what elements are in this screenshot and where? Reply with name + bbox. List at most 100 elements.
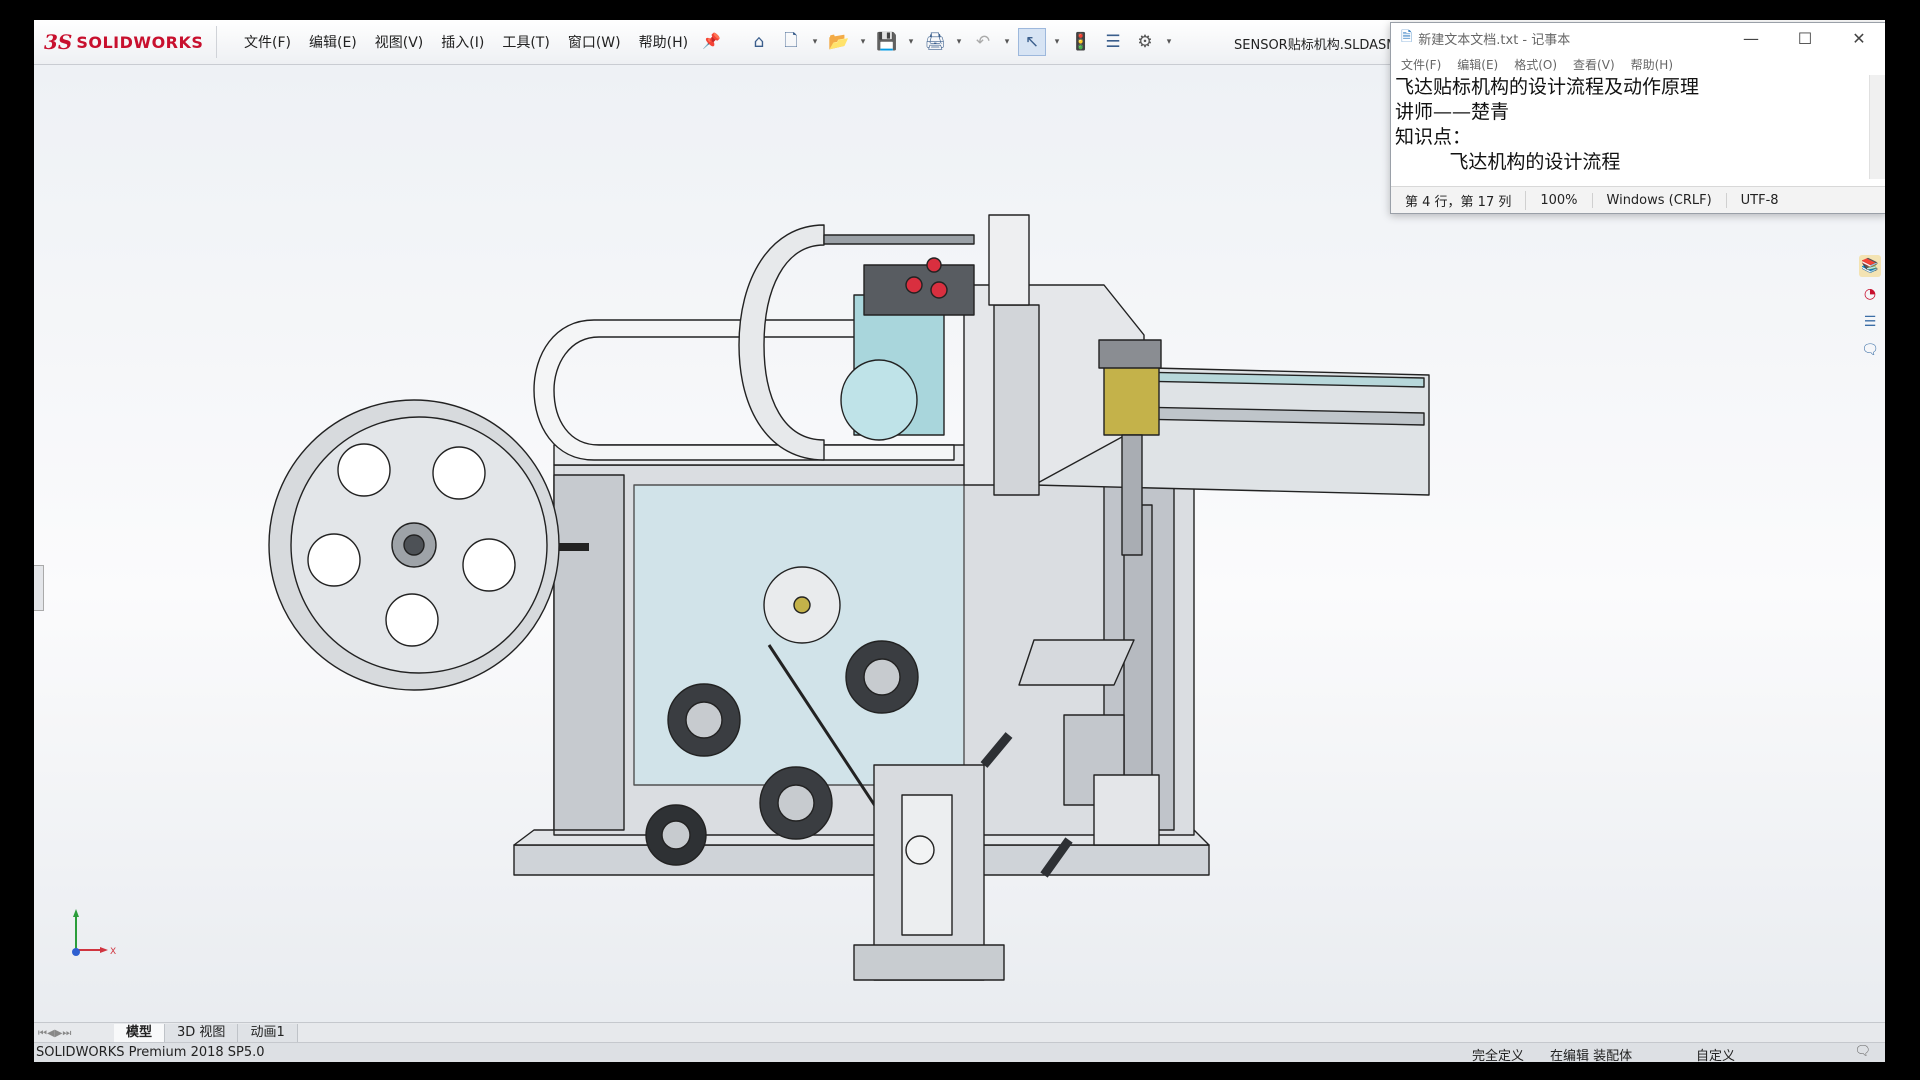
menu-tools[interactable]: 工具(T) xyxy=(502,32,549,52)
select-icon[interactable]: ↖ xyxy=(1018,28,1046,56)
close-icon[interactable]: ✕ xyxy=(1832,23,1885,53)
text-line: 知识点： xyxy=(1395,126,1472,148)
tension-tower-base xyxy=(853,944,1005,981)
reel-hole-4 xyxy=(462,538,516,592)
zoom-level: 100% xyxy=(1526,192,1593,208)
save-dropdown-icon[interactable]: ▾ xyxy=(906,29,916,55)
main-menu: 文件(F) 编辑(E) 视图(V) 插入(I) 工具(T) 窗口(W) 帮助(H… xyxy=(244,32,688,52)
menu-edit[interactable]: 编辑(E) xyxy=(309,32,357,52)
standard-toolbar: ⌂ 🗋 ▾ 📂 ▾ 💾 ▾ 🖨 ▾ ↶ ▾ ↖ ▾ 🚦 ☰ ⚙ ▾ xyxy=(746,28,1174,56)
logo-text: SOLIDWORKS xyxy=(76,32,204,52)
roller-4-cap xyxy=(661,820,691,850)
definition-status: 完全定义 xyxy=(1472,1049,1525,1062)
document-tabs: ⏮◀▶⏭ 模型 3D 视图 动画1 xyxy=(34,1022,1885,1043)
open-dropdown-icon[interactable]: ▾ xyxy=(858,29,868,55)
base-plate xyxy=(513,844,1210,876)
print-icon[interactable]: 🖨 xyxy=(922,29,948,55)
encoding: UTF-8 xyxy=(1740,192,1779,208)
np-menu-file[interactable]: 文件(F) xyxy=(1401,56,1441,73)
save-icon[interactable]: 💾 xyxy=(874,29,900,55)
maximize-icon[interactable]: ☐ xyxy=(1778,23,1832,53)
solidworks-window: 3S SOLIDWORKS 文件(F) 编辑(E) 视图(V) 插入(I) 工具… xyxy=(34,20,1885,1062)
text-line: 讲师——楚青 xyxy=(1395,101,1510,123)
sensor-head-cap xyxy=(1098,339,1162,369)
menu-window[interactable]: 窗口(W) xyxy=(568,32,621,52)
notepad-status-bar: 第 4 行，第 17 列 100% Windows (CRLF) UTF-8 xyxy=(1391,186,1885,213)
options-dropdown-icon[interactable]: ▾ xyxy=(1164,29,1174,55)
custom-properties-icon[interactable]: ☰ xyxy=(1859,311,1881,333)
cylinder-top xyxy=(988,214,1030,306)
red-clamp-1 xyxy=(905,276,923,294)
open-icon[interactable]: 📂 xyxy=(826,29,852,55)
line-ending: Windows (CRLF) xyxy=(1593,192,1727,208)
sensor-head-yellow xyxy=(1103,364,1160,436)
peel-plate xyxy=(1018,639,1135,686)
file-properties-icon[interactable]: ☰ xyxy=(1100,29,1126,55)
editing-status: 在编辑 装配体 xyxy=(1550,1049,1633,1062)
notepad-text-area[interactable]: 飞达贴标机构的设计流程及动作原理 讲师——楚青 知识点： 飞达机构的设计流程 xyxy=(1391,75,1863,180)
cursor-position: 第 4 行，第 17 列 xyxy=(1391,190,1527,210)
red-clamp-2 xyxy=(930,281,948,299)
status-bar: SOLIDWORKS Premium 2018 SP5.0 完全定义 在编辑 装… xyxy=(34,1042,1885,1062)
reel-hub-center xyxy=(403,534,425,556)
forum-icon[interactable]: 🗨 xyxy=(1859,339,1881,361)
tab-animation1[interactable]: 动画1 xyxy=(238,1024,298,1042)
new-document-icon[interactable]: 🗋 xyxy=(778,29,804,55)
text-line: 飞达贴标机构的设计流程及动作原理 xyxy=(1395,76,1700,98)
np-menu-help[interactable]: 帮助(H) xyxy=(1631,56,1673,73)
sensor-clamp xyxy=(1093,774,1160,846)
np-menu-format[interactable]: 格式(O) xyxy=(1514,56,1557,73)
c-bracket xyxy=(738,224,825,461)
pin-menu-icon[interactable]: 📌 xyxy=(702,32,721,50)
top-handle-bar xyxy=(823,234,975,245)
red-clamp-3 xyxy=(926,257,942,273)
units-selector[interactable]: 自定义 xyxy=(1696,1045,1735,1062)
undo-icon[interactable]: ↶ xyxy=(970,29,996,55)
roller-1-cap xyxy=(685,701,723,739)
menu-file[interactable]: 文件(F) xyxy=(244,32,291,52)
menu-insert[interactable]: 插入(I) xyxy=(441,32,484,52)
reference-triad: X xyxy=(72,909,116,957)
document-title: SENSOR贴标机构.SLDASM xyxy=(1234,38,1398,53)
new-dropdown-icon[interactable]: ▾ xyxy=(810,29,820,55)
appearances-icon[interactable]: ◔ xyxy=(1859,283,1881,305)
tension-knob xyxy=(905,835,935,865)
menu-help[interactable]: 帮助(H) xyxy=(639,32,688,52)
pulley-top-center xyxy=(793,596,811,614)
traffic-light-icon[interactable]: 🚦 xyxy=(1068,29,1094,55)
notepad-window[interactable]: 🗎 新建文本文档.txt - 记事本 — ☐ ✕ 文件(F) 编辑(E) 格式(… xyxy=(1390,22,1885,214)
tab-3d-view[interactable]: 3D 视图 xyxy=(165,1024,239,1042)
select-dropdown-icon[interactable]: ▾ xyxy=(1052,29,1062,55)
tab-nav-arrows[interactable]: ⏮◀▶⏭ xyxy=(34,1024,114,1042)
version-label: SOLIDWORKS Premium 2018 SP5.0 xyxy=(36,1045,265,1060)
tension-slot xyxy=(901,794,953,936)
triad-x-label: X xyxy=(110,947,116,957)
design-library-icon[interactable]: 📚 xyxy=(1859,255,1881,277)
ds-logo-mark: 3S xyxy=(44,30,73,54)
roller-3-cap xyxy=(777,784,815,822)
sensor-stem xyxy=(1121,434,1143,556)
options-gear-icon[interactable]: ⚙ xyxy=(1132,29,1158,55)
notepad-menu: 文件(F) 编辑(E) 格式(O) 查看(V) 帮助(H) xyxy=(1391,53,1885,75)
notepad-icon: 🗎 xyxy=(1401,29,1413,45)
text-line: 飞达机构的设计流程 xyxy=(1395,151,1621,173)
np-menu-view[interactable]: 查看(V) xyxy=(1573,56,1615,73)
tab-model[interactable]: 模型 xyxy=(114,1024,166,1042)
home-icon[interactable]: ⌂ xyxy=(746,29,772,55)
print-dropdown-icon[interactable]: ▾ xyxy=(954,29,964,55)
notepad-window-controls: — ☐ ✕ xyxy=(1724,23,1885,53)
solidworks-logo[interactable]: 3S SOLIDWORKS xyxy=(44,26,217,58)
cylinder-body xyxy=(993,304,1040,496)
np-menu-edit[interactable]: 编辑(E) xyxy=(1457,56,1498,73)
roller-2-cap xyxy=(863,658,901,696)
minimize-icon[interactable]: — xyxy=(1724,23,1778,53)
reel-hole-3 xyxy=(307,533,361,587)
menu-view[interactable]: 视图(V) xyxy=(375,32,424,52)
reel-hole-5 xyxy=(385,593,439,647)
help-chat-icon[interactable]: 🗨 xyxy=(1854,1044,1871,1059)
notepad-scrollbar[interactable] xyxy=(1869,75,1885,179)
reel-hole-1 xyxy=(337,443,391,497)
reel-hole-2 xyxy=(432,446,486,500)
undo-dropdown-icon[interactable]: ▾ xyxy=(1002,29,1012,55)
frame-front-left xyxy=(553,474,625,831)
